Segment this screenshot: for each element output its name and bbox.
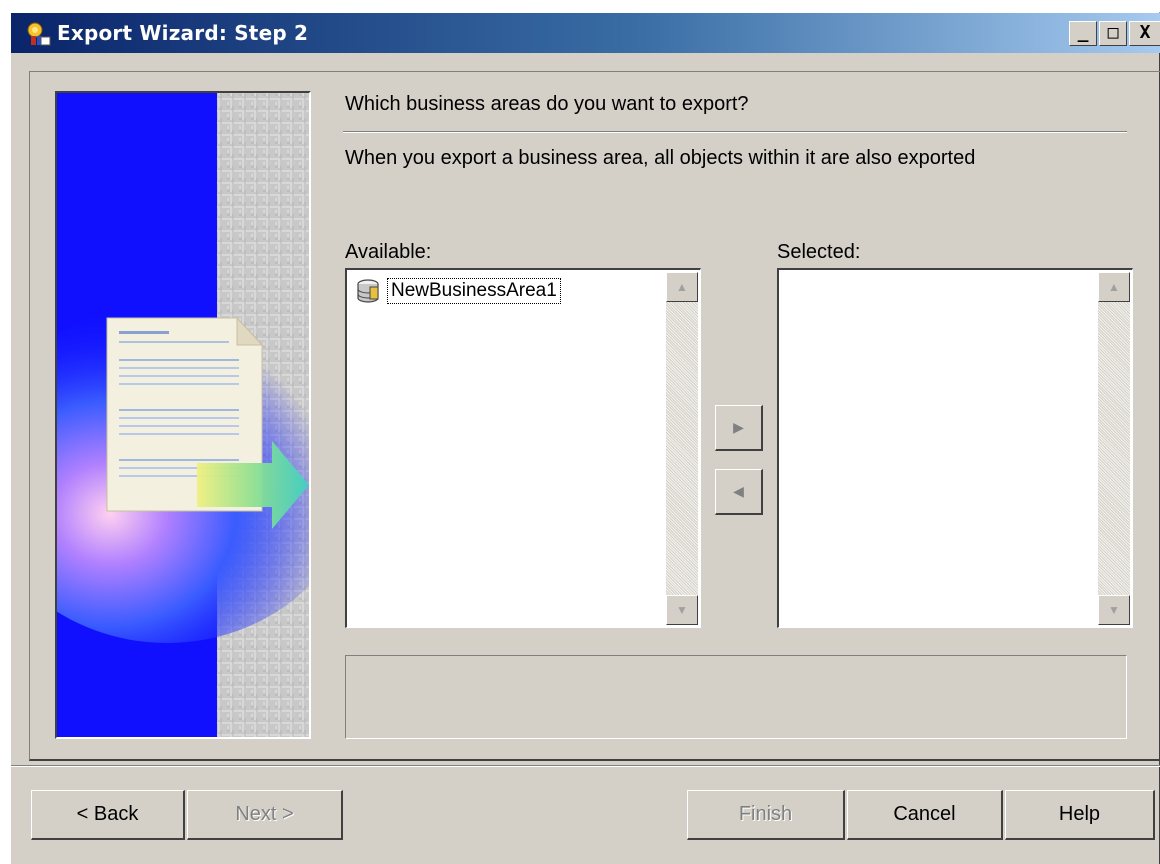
- maximize-button[interactable]: □: [1099, 21, 1127, 46]
- selected-scrollbar[interactable]: ▲ ▼: [1098, 272, 1130, 625]
- selected-label: Selected:: [777, 241, 861, 263]
- maximize-icon: □: [1107, 22, 1119, 43]
- cancel-button[interactable]: Cancel: [847, 790, 1003, 840]
- next-button[interactable]: Next >: [187, 790, 343, 840]
- scroll-down-button[interactable]: ▼: [1098, 595, 1130, 625]
- scroll-up-icon: ▲: [676, 280, 688, 294]
- finish-button[interactable]: Finish: [687, 790, 845, 840]
- export-wizard-dialog: Export Wizard: Step 2 _ □ X Which busine…: [10, 12, 1160, 864]
- close-button[interactable]: X: [1129, 21, 1160, 46]
- wizard-app-icon: [27, 22, 51, 46]
- export-document-illustration: [57, 93, 309, 737]
- arrow-right-icon: ▶: [733, 419, 744, 435]
- remove-from-selected-button[interactable]: ◀: [715, 469, 763, 515]
- wizard-side-illustration: [55, 91, 311, 739]
- list-item[interactable]: NewBusinessArea1: [355, 276, 561, 306]
- selected-listbox[interactable]: ▲ ▼: [777, 268, 1133, 628]
- status-message-box: [345, 655, 1127, 739]
- back-button[interactable]: < Back: [31, 790, 185, 840]
- header-divider: [343, 131, 1127, 133]
- help-button[interactable]: Help: [1005, 790, 1155, 840]
- business-area-icon: [357, 279, 379, 303]
- close-icon: X: [1139, 22, 1151, 43]
- list-item-label: NewBusinessArea1: [387, 278, 561, 304]
- wizard-question: Which business areas do you want to expo…: [345, 93, 749, 115]
- arrow-left-icon: ◀: [733, 483, 744, 499]
- button-bar-divider: [11, 765, 1160, 767]
- title-bar[interactable]: Export Wizard: Step 2 _ □ X: [11, 13, 1160, 53]
- minimize-icon: _: [1077, 22, 1089, 43]
- add-to-selected-button[interactable]: ▶: [715, 405, 763, 451]
- scroll-down-button[interactable]: ▼: [666, 595, 698, 625]
- wizard-description: When you export a business area, all obj…: [345, 147, 976, 169]
- scroll-up-button[interactable]: ▲: [666, 272, 698, 302]
- window-title: Export Wizard: Step 2: [57, 21, 309, 45]
- minimize-button[interactable]: _: [1069, 21, 1097, 46]
- available-listbox[interactable]: NewBusinessArea1 ▲ ▼: [345, 268, 701, 628]
- scroll-down-icon: ▼: [1108, 603, 1120, 617]
- scroll-up-icon: ▲: [1108, 280, 1120, 294]
- available-scrollbar[interactable]: ▲ ▼: [666, 272, 698, 625]
- available-label: Available:: [345, 241, 432, 263]
- scroll-down-icon: ▼: [676, 603, 688, 617]
- scroll-up-button[interactable]: ▲: [1098, 272, 1130, 302]
